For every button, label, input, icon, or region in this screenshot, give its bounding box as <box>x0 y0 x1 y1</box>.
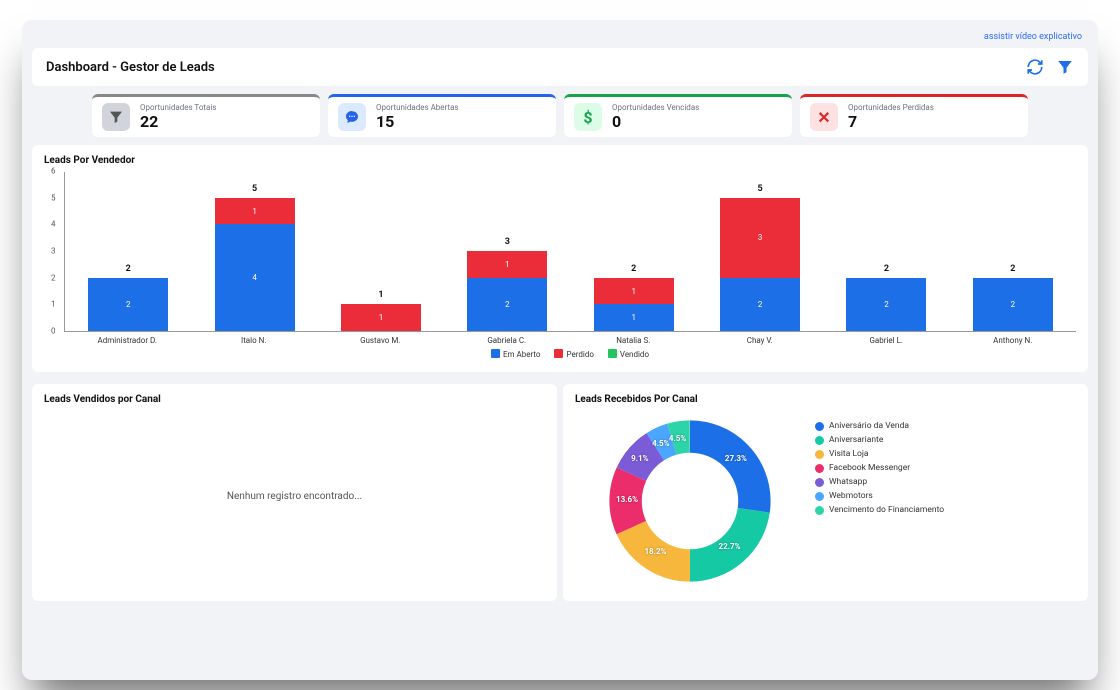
bar-group[interactable]: 22 <box>846 278 926 331</box>
legend-item[interactable]: Aniversariante <box>815 435 1076 445</box>
card-won[interactable]: $ Oportunidades Vencidas0 <box>564 94 792 137</box>
legend-item[interactable]: Webmotors <box>815 491 1076 501</box>
card-value: 22 <box>140 112 158 131</box>
card-value: 0 <box>612 112 621 131</box>
close-icon: ✕ <box>810 103 838 131</box>
filter-button[interactable] <box>1056 58 1074 76</box>
bar-legend: Em Aberto Perdido Vendido <box>64 349 1076 359</box>
bar-group[interactable]: 112 <box>594 278 674 331</box>
card-label: Oportunidades Perdidas <box>848 103 934 112</box>
refresh-button[interactable] <box>1026 58 1044 76</box>
refresh-icon <box>1026 58 1044 76</box>
bar-chart-panel: Leads Por Vendedor 012345622415112131122… <box>32 145 1088 372</box>
donut-legend: Aniversário da Venda Aniversariante Visita… <box>815 411 1076 519</box>
chat-icon <box>338 103 366 131</box>
bar-group[interactable]: 22 <box>973 278 1053 331</box>
summary-cards: Oportunidades Totais22 Oportunidades Abe… <box>92 94 1028 137</box>
page-title: Dashboard - Gestor de Leads <box>46 60 215 75</box>
legend-item[interactable]: Facebook Messenger <box>815 463 1076 473</box>
bar-group[interactable]: 415 <box>215 198 295 331</box>
dollar-icon: $ <box>574 103 602 131</box>
bar-chart: 012345622415112131122352222 Administrado… <box>44 172 1076 362</box>
sold-by-channel-panel: Leads Vendidos por Canal Nenhum registro… <box>32 384 557 601</box>
card-label: Oportunidades Vencidas <box>612 103 699 112</box>
bar-group[interactable]: 213 <box>467 251 547 331</box>
card-open[interactable]: Oportunidades Abertas15 <box>328 94 556 137</box>
card-total[interactable]: Oportunidades Totais22 <box>92 94 320 137</box>
bar-group[interactable]: 22 <box>88 278 168 331</box>
video-help-link[interactable]: assistir vídeo explicativo <box>32 28 1088 48</box>
panel-title: Leads Vendidos por Canal <box>44 394 545 405</box>
legend-item[interactable]: Visita Loja <box>815 449 1076 459</box>
bar-group[interactable]: 235 <box>720 198 800 331</box>
card-label: Oportunidades Abertas <box>376 103 459 112</box>
title-bar: Dashboard - Gestor de Leads <box>32 48 1088 86</box>
donut-chart: 27.3%22.7%18.2%13.6%9.1%4.5%4.5% <box>575 411 805 591</box>
legend-item[interactable]: Whatsapp <box>815 477 1076 487</box>
filter-icon <box>1056 58 1074 76</box>
card-value: 7 <box>848 112 857 131</box>
panel-title: Leads Por Vendedor <box>44 155 1076 166</box>
empty-message: Nenhum registro encontrado... <box>44 411 545 502</box>
card-label: Oportunidades Totais <box>140 103 216 112</box>
funnel-icon <box>102 103 130 131</box>
panel-title: Leads Recebidos Por Canal <box>575 394 1076 405</box>
legend-item[interactable]: Vencimento do Financiamento <box>815 505 1076 515</box>
card-value: 15 <box>376 112 394 131</box>
card-lost[interactable]: ✕ Oportunidades Perdidas7 <box>800 94 1028 137</box>
bar-group[interactable]: 11 <box>341 304 421 331</box>
received-by-channel-panel: Leads Recebidos Por Canal 27.3%22.7%18.2… <box>563 384 1088 601</box>
legend-item[interactable]: Aniversário da Venda <box>815 421 1076 431</box>
